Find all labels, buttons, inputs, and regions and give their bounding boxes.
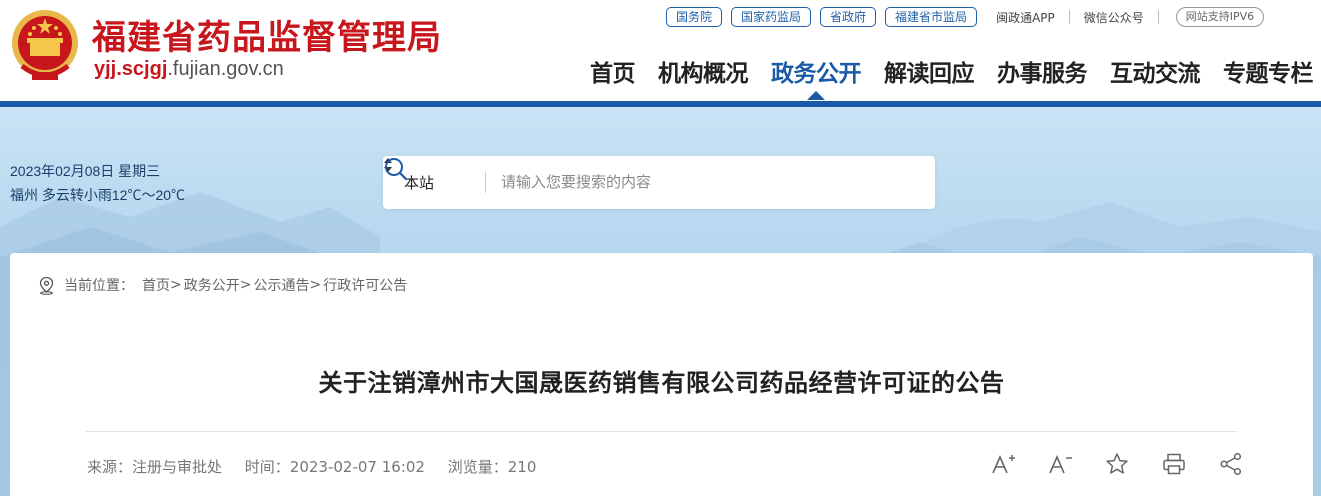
page: 福建省药品监督管理局 yjj.scjgj.fujian.gov.cn 国务院 国… xyxy=(0,0,1321,496)
main-nav: 首页 机构概况 政务公开 解读回应 办事服务 互动交流 专题专栏 xyxy=(567,54,1314,100)
breadcrumb-prefix: 当前位置： xyxy=(64,278,134,294)
breadcrumb: 当前位置： 首页 > 政务公开 > 公示通告 > 行政许可公告 xyxy=(38,275,407,295)
article-title: 关于注销漳州市大国晟医药销售有限公司药品经营许可证的公告 xyxy=(318,369,1005,397)
divider xyxy=(1157,10,1159,24)
app-link[interactable]: 闽政通APP xyxy=(996,9,1055,26)
star-icon[interactable] xyxy=(1104,451,1130,477)
nav-services[interactable]: 办事服务 xyxy=(997,54,1088,88)
breadcrumb-separator: > xyxy=(239,277,252,293)
breadcrumb-notices[interactable]: 公示通告 xyxy=(253,275,309,295)
breadcrumb-home[interactable]: 首页 xyxy=(142,275,170,295)
nav-organization[interactable]: 机构概况 xyxy=(658,54,749,88)
font-decrease-icon[interactable] xyxy=(1047,451,1073,477)
site-domain: yjj.scjgj.fujian.gov.cn xyxy=(94,58,284,81)
article-source: 来源：注册与审批处 xyxy=(87,458,223,476)
content-card: 当前位置： 首页 > 政务公开 > 公示通告 > 行政许可公告 关于注销漳州市大… xyxy=(10,253,1313,496)
site-domain-prefix: yjj.scjgj xyxy=(94,58,168,80)
article-meta: 来源：注册与审批处 时间：2023-02-07 16:02 浏览量：210 xyxy=(87,456,554,477)
breadcrumb-separator: > xyxy=(170,277,182,293)
nav-government-affairs[interactable]: 政务公开 xyxy=(771,54,862,100)
article-tools xyxy=(990,451,1275,477)
current-date: 2023年02月08日 星期三 xyxy=(10,163,161,179)
national-emblem-logo[interactable] xyxy=(10,6,80,84)
weather: 福州 多云转小雨12℃～20℃ xyxy=(10,187,186,203)
nav-special-topics[interactable]: 专题专栏 xyxy=(1223,54,1314,88)
date-weather: 2023年02月08日 星期三 福州 多云转小雨12℃～20℃ xyxy=(10,159,185,207)
font-increase-icon[interactable] xyxy=(990,451,1016,477)
link-state-council[interactable]: 国务院 xyxy=(666,7,723,27)
breadcrumb-administrative-license[interactable]: 行政许可公告 xyxy=(323,275,407,295)
print-icon[interactable] xyxy=(1161,451,1187,477)
breadcrumb-separator: > xyxy=(309,277,322,293)
location-pin-icon xyxy=(39,276,54,295)
nav-interaction[interactable]: 互动交流 xyxy=(1110,54,1201,88)
share-icon[interactable] xyxy=(1218,451,1244,477)
nav-interpretation[interactable]: 解读回应 xyxy=(884,54,975,88)
divider xyxy=(1068,10,1070,24)
link-provincial-government[interactable]: 省政府 xyxy=(820,7,877,27)
search-input[interactable] xyxy=(501,170,871,195)
top-links: 国务院 国家药监局 省政府 福建省市监局 闽政通APP 微信公众号 网站支持IP… xyxy=(666,7,1265,27)
search-icon[interactable] xyxy=(383,156,409,182)
article-time: 时间：2023-02-07 16:02 xyxy=(244,458,425,476)
site-domain-rest: .fujian.gov.cn xyxy=(167,58,284,80)
title-divider xyxy=(86,431,1237,432)
breadcrumb-government-affairs[interactable]: 政务公开 xyxy=(184,275,240,295)
nav-home[interactable]: 首页 xyxy=(590,54,636,88)
search-divider xyxy=(485,172,486,193)
site-name[interactable]: 福建省药品监督管理局 xyxy=(92,10,442,59)
link-nmpa[interactable]: 国家药监局 xyxy=(731,7,812,27)
site-header: 福建省药品监督管理局 yjj.scjgj.fujian.gov.cn 国务院 国… xyxy=(0,0,1321,101)
link-provincial-market-supervision[interactable]: 福建省市监局 xyxy=(885,7,978,27)
ipv6-badge: 网站支持IPV6 xyxy=(1175,7,1265,27)
article-views: 浏览量：210 xyxy=(447,458,537,476)
search-box: 本站 xyxy=(383,156,935,209)
wechat-link[interactable]: 微信公众号 xyxy=(1084,9,1144,26)
